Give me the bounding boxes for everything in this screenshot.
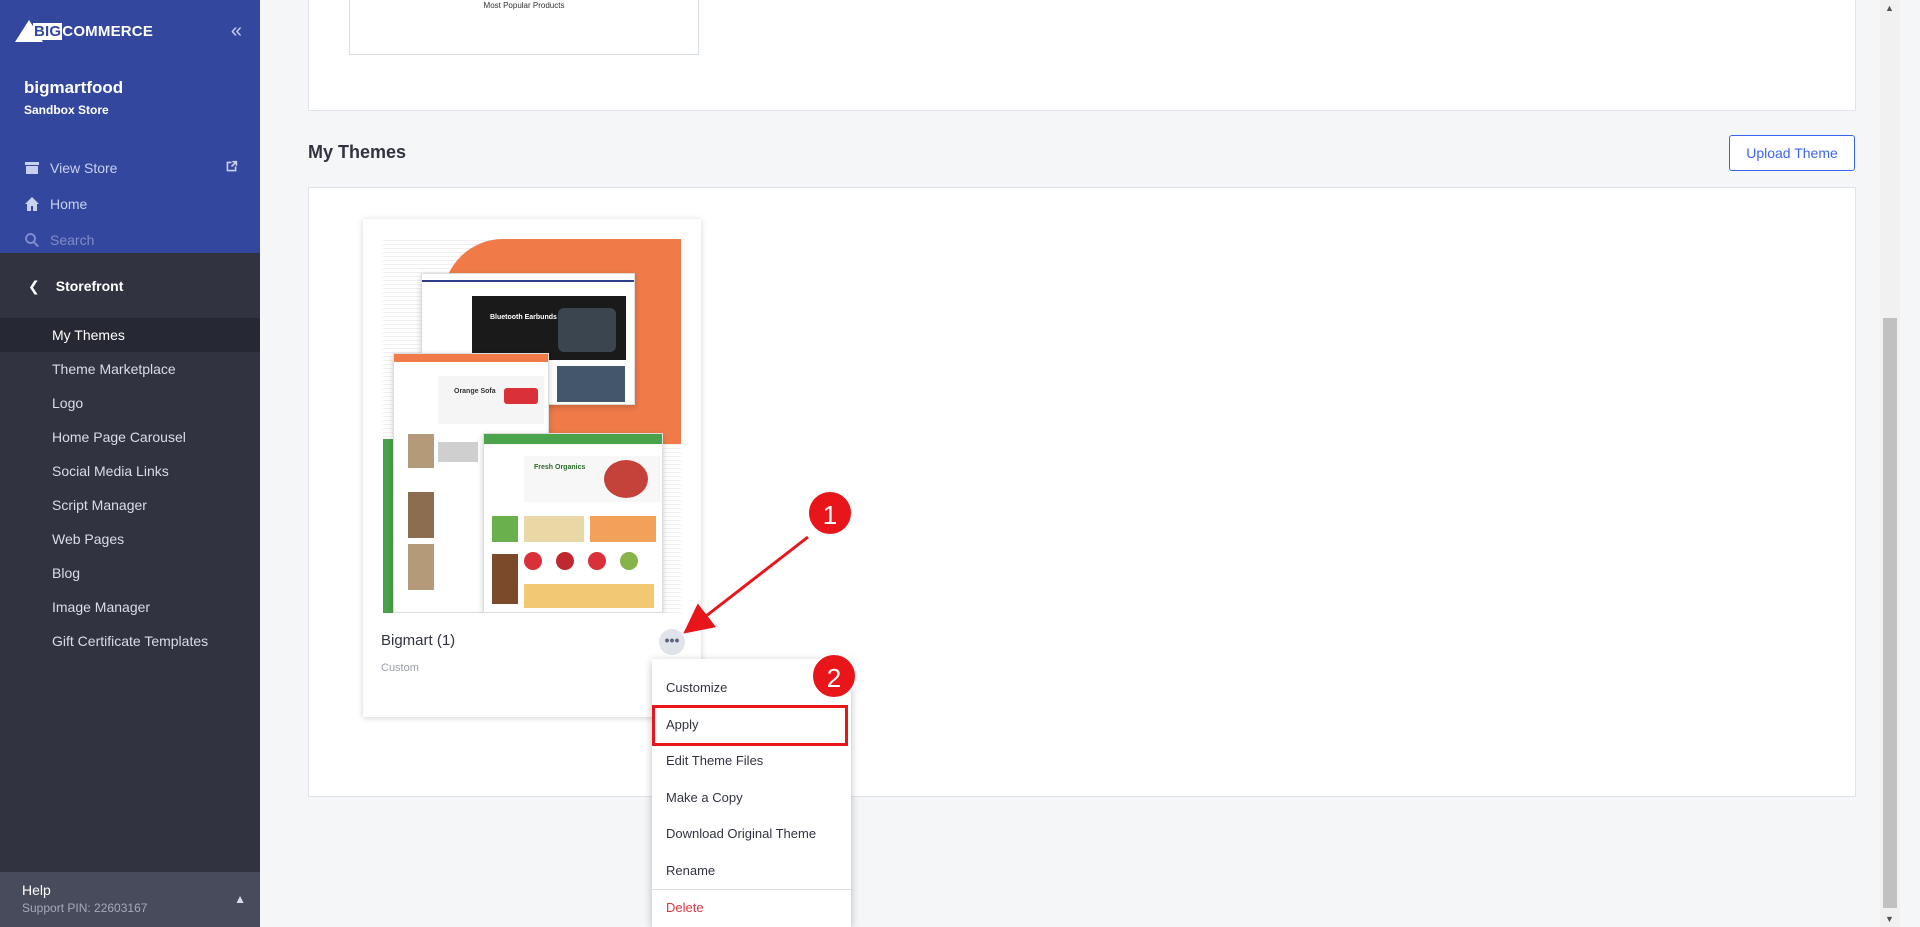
store-type: Sandbox Store bbox=[24, 103, 109, 117]
apply-highlight-box bbox=[652, 705, 848, 746]
logo-text-big: BIG bbox=[33, 22, 63, 40]
help-panel[interactable]: Help Support PIN: 22603167 ▲ bbox=[0, 872, 260, 927]
sidebar-item-web-pages[interactable]: Web Pages bbox=[0, 522, 260, 556]
sidebar-item-home-page-carousel[interactable]: Home Page Carousel bbox=[0, 420, 260, 454]
store-icon bbox=[25, 162, 39, 174]
storefront-back[interactable]: ❮ Storefront bbox=[0, 262, 260, 310]
preview-text-sofa: Orange Sofa bbox=[454, 388, 496, 395]
nav-view-store[interactable]: View Store bbox=[0, 150, 260, 186]
sidebar-item-my-themes[interactable]: My Themes bbox=[0, 318, 260, 352]
theme-name: Bigmart (1) bbox=[381, 632, 456, 649]
menu-item-edit-theme-files[interactable]: Edit Theme Files bbox=[652, 743, 851, 780]
storefront-label: Storefront bbox=[55, 278, 124, 294]
external-link-icon bbox=[226, 160, 238, 172]
storefront-nav: My Themes Theme Marketplace Logo Home Pa… bbox=[0, 318, 260, 658]
scroll-up-icon[interactable]: ▲ bbox=[1885, 3, 1894, 13]
my-themes-panel: Bluetooth Earbunds Orange Sofa Fresh Org… bbox=[308, 187, 1856, 797]
sidebar-item-blog[interactable]: Blog bbox=[0, 556, 260, 590]
thumbnail-caption: Most Popular Products bbox=[483, 1, 565, 10]
support-pin: Support PIN: 22603167 bbox=[22, 901, 148, 915]
preview-text-organics: Fresh Organics bbox=[534, 464, 586, 471]
sidebar-item-gift-certificate-templates[interactable]: Gift Certificate Templates bbox=[0, 624, 260, 658]
home-icon bbox=[25, 197, 39, 211]
sidebar: BIGCOMMERCE « bigmartfood Sandbox Store … bbox=[0, 0, 260, 927]
chevron-up-icon: ▲ bbox=[234, 892, 246, 906]
help-title: Help bbox=[22, 882, 51, 898]
bigcommerce-logo[interactable]: BIGCOMMERCE bbox=[15, 20, 153, 42]
theme-preview-image[interactable]: Bluetooth Earbunds Orange Sofa Fresh Org… bbox=[383, 239, 681, 613]
upload-theme-button[interactable]: Upload Theme bbox=[1729, 135, 1855, 171]
page-scrollbar[interactable]: ▲ ▼ bbox=[1880, 0, 1900, 927]
main-content: Most Popular Products My Themes Upload T… bbox=[260, 0, 1900, 927]
nav-search-label: Search bbox=[50, 232, 95, 248]
theme-card[interactable]: Bluetooth Earbunds Orange Sofa Fresh Org… bbox=[363, 219, 701, 717]
active-theme-thumbnail: Most Popular Products bbox=[349, 0, 699, 55]
sidebar-item-logo[interactable]: Logo bbox=[0, 386, 260, 420]
sidebar-item-theme-marketplace[interactable]: Theme Marketplace bbox=[0, 352, 260, 386]
scroll-down-icon[interactable]: ▼ bbox=[1885, 914, 1894, 924]
theme-actions-menu: Customize Apply Edit Theme Files Make a … bbox=[652, 659, 851, 927]
active-theme-panel: Most Popular Products bbox=[308, 0, 1856, 111]
collapse-sidebar-icon[interactable]: « bbox=[231, 20, 242, 43]
theme-type: Custom bbox=[381, 662, 419, 674]
store-name: bigmartfood bbox=[24, 78, 124, 97]
nav-home-label: Home bbox=[50, 196, 88, 212]
chevron-left-icon: ❮ bbox=[28, 277, 40, 294]
nav-view-store-label: View Store bbox=[50, 160, 118, 176]
scroll-thumb[interactable] bbox=[1883, 318, 1897, 908]
preview-screen-grocery: Fresh Organics bbox=[483, 433, 663, 613]
nav-search[interactable]: Search bbox=[0, 222, 260, 258]
sidebar-header: BIGCOMMERCE « bigmartfood Sandbox Store … bbox=[0, 0, 260, 253]
logo-text-rest: COMMERCE bbox=[62, 22, 154, 40]
more-options-button[interactable]: ••• bbox=[659, 629, 685, 655]
menu-item-delete[interactable]: Delete bbox=[652, 889, 851, 926]
nav-home[interactable]: Home bbox=[0, 186, 260, 222]
step-2-badge: 2 bbox=[811, 653, 857, 699]
sidebar-item-image-manager[interactable]: Image Manager bbox=[0, 590, 260, 624]
menu-item-download-original-theme[interactable]: Download Original Theme bbox=[652, 816, 851, 853]
step-1-badge: 1 bbox=[807, 490, 853, 536]
page-title: My Themes bbox=[308, 142, 407, 162]
preview-text-earbuds: Bluetooth Earbunds bbox=[490, 314, 557, 321]
search-icon bbox=[25, 233, 39, 248]
sidebar-item-script-manager[interactable]: Script Manager bbox=[0, 488, 260, 522]
sidebar-item-social-media-links[interactable]: Social Media Links bbox=[0, 454, 260, 488]
menu-item-make-a-copy[interactable]: Make a Copy bbox=[652, 780, 851, 817]
menu-item-rename[interactable]: Rename bbox=[652, 853, 851, 890]
